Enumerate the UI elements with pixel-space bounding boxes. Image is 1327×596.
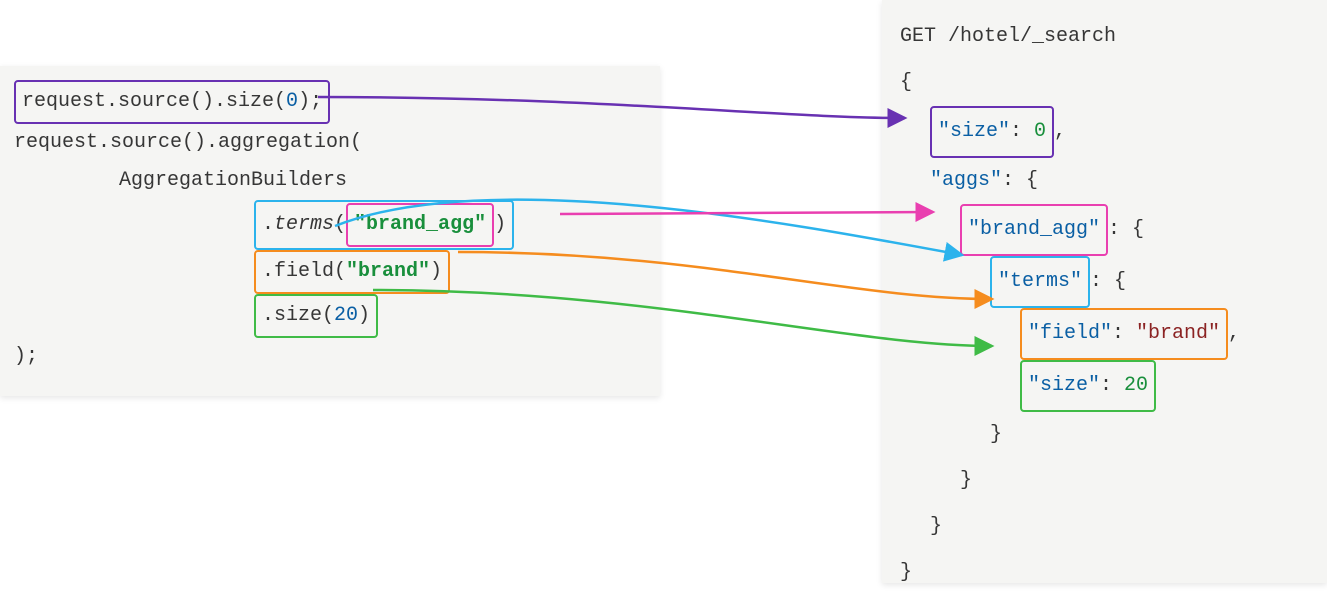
json-field-box: "field": "brand" bbox=[1020, 308, 1228, 360]
json-line-11: } bbox=[900, 504, 1309, 550]
java-line-5: .field("brand") bbox=[14, 250, 646, 294]
code-text: AggregationBuilders bbox=[119, 169, 347, 192]
json-key: "brand_agg" bbox=[968, 218, 1100, 241]
size-20-box: .size(20) bbox=[254, 294, 378, 338]
brand-agg-box: "brand_agg" bbox=[346, 203, 494, 247]
terms-box: .terms( "brand_agg") bbox=[254, 200, 514, 250]
json-size-20-box: "size": 20 bbox=[1020, 360, 1156, 412]
json-key: "size" bbox=[1028, 374, 1100, 397]
json-num: 0 bbox=[1034, 120, 1046, 143]
brace: } bbox=[900, 561, 912, 584]
brand-agg-string: "brand_agg" bbox=[354, 213, 486, 236]
comma: , bbox=[1228, 322, 1240, 345]
code-text: .size( bbox=[262, 304, 334, 327]
code-text: ( bbox=[334, 213, 346, 236]
brace: { bbox=[900, 71, 912, 94]
json-line-5: "brand_agg" : { bbox=[900, 204, 1309, 256]
json-line-12: } bbox=[900, 550, 1309, 596]
code-text: : { bbox=[1108, 218, 1144, 241]
java-line-3: AggregationBuilders bbox=[14, 162, 646, 200]
num-zero: 0 bbox=[286, 90, 298, 113]
json-brand-agg-box: "brand_agg" bbox=[960, 204, 1108, 256]
json-dsl-panel: GET /hotel/_search { "size": 0, "aggs": … bbox=[882, 0, 1327, 583]
code-text: ); bbox=[14, 345, 38, 368]
code-text: ) bbox=[358, 304, 370, 327]
java-line-4: .terms( "brand_agg") bbox=[14, 200, 646, 250]
brace: } bbox=[990, 423, 1002, 446]
json-size-0-box: "size": 0 bbox=[930, 106, 1054, 158]
code-text: .field( bbox=[262, 260, 346, 283]
code-text: . bbox=[262, 213, 274, 236]
field-box: .field("brand") bbox=[254, 250, 450, 294]
json-key: "size" bbox=[938, 120, 1010, 143]
json-terms-box: "terms" bbox=[990, 256, 1090, 308]
comma: , bbox=[1054, 120, 1066, 143]
java-line-1: request.source().size(0); bbox=[14, 80, 646, 124]
json-key: "aggs" bbox=[930, 169, 1002, 192]
code-text: : { bbox=[1090, 270, 1126, 293]
java-line-7: ); bbox=[14, 338, 646, 376]
colon: : bbox=[1010, 120, 1034, 143]
code-text: request.source().size( bbox=[22, 90, 286, 113]
code-text: ); bbox=[298, 90, 322, 113]
http-line: GET /hotel/_search bbox=[900, 25, 1116, 48]
brace: } bbox=[930, 515, 942, 538]
num-20: 20 bbox=[334, 304, 358, 327]
json-line-7: "field": "brand", bbox=[900, 308, 1309, 360]
json-line-3: "size": 0, bbox=[900, 106, 1309, 158]
colon: : bbox=[1112, 322, 1136, 345]
json-line-10: } bbox=[900, 458, 1309, 504]
code-text: ) bbox=[430, 260, 442, 283]
colon: : bbox=[1100, 374, 1124, 397]
size-zero-box: request.source().size(0); bbox=[14, 80, 330, 124]
json-line-9: } bbox=[900, 412, 1309, 458]
json-line-2: { bbox=[900, 60, 1309, 106]
java-code-panel: request.source().size(0); request.source… bbox=[0, 66, 660, 396]
code-text: ) bbox=[494, 213, 506, 236]
terms-method: terms bbox=[274, 213, 334, 236]
json-line-4: "aggs": { bbox=[900, 158, 1309, 204]
json-line-1: GET /hotel/_search bbox=[900, 14, 1309, 60]
json-line-8: "size": 20 bbox=[900, 360, 1309, 412]
json-string: "brand" bbox=[1136, 322, 1220, 345]
brace: } bbox=[960, 469, 972, 492]
code-text: : { bbox=[1002, 169, 1038, 192]
brand-string: "brand" bbox=[346, 260, 430, 283]
json-key: "field" bbox=[1028, 322, 1112, 345]
json-line-6: "terms" : { bbox=[900, 256, 1309, 308]
json-key: "terms" bbox=[998, 270, 1082, 293]
java-line-6: .size(20) bbox=[14, 294, 646, 338]
java-line-2: request.source().aggregation( bbox=[14, 124, 646, 162]
code-text: request.source().aggregation( bbox=[14, 131, 362, 154]
json-num: 20 bbox=[1124, 374, 1148, 397]
